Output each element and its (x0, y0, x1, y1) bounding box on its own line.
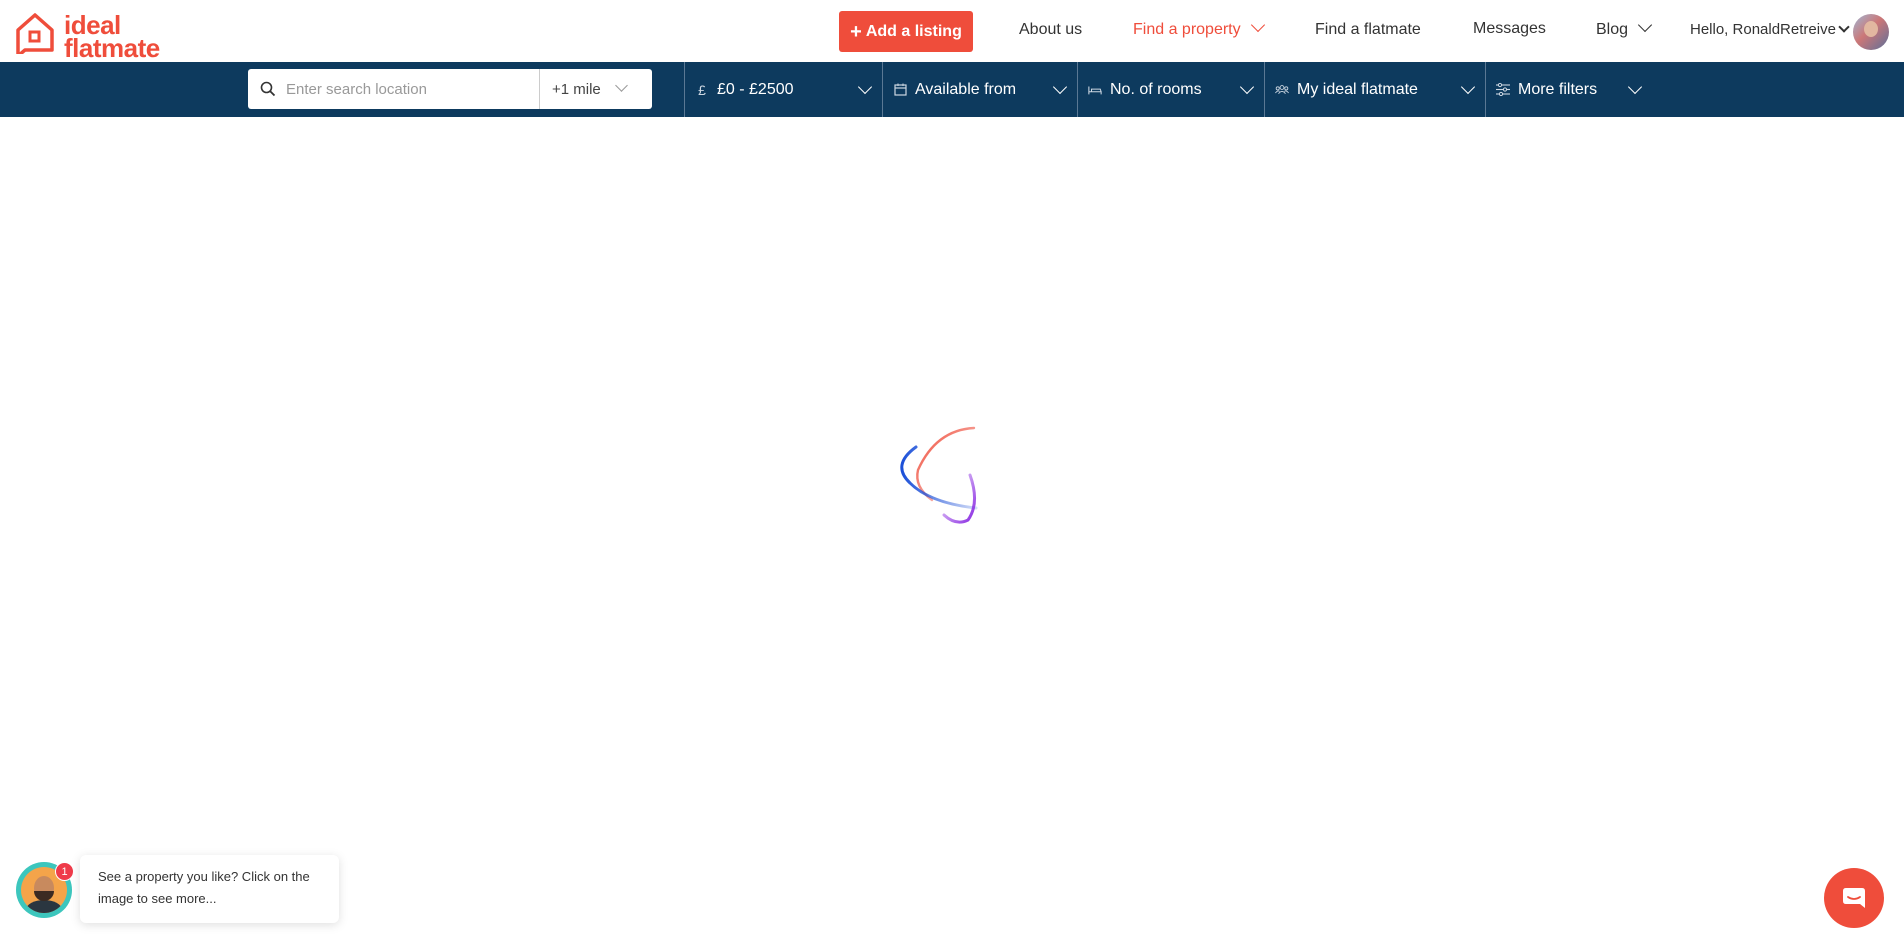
loading-spinner (896, 425, 986, 525)
nav-messages[interactable]: Messages (1473, 20, 1546, 38)
notification-badge: 1 (55, 862, 74, 881)
chevron-down-icon (1838, 21, 1850, 33)
ideal-flatmate-logo[interactable]: ideal flatmate (13, 8, 163, 61)
radius-value: +1 mile (552, 80, 601, 98)
chevron-down-icon (857, 79, 873, 95)
available-from-filter[interactable]: Available from (882, 62, 1077, 117)
available-from-label: Available from (915, 80, 1017, 98)
plus-icon: + (850, 20, 862, 43)
chevron-down-icon (1052, 79, 1068, 95)
bed-icon (1088, 83, 1102, 97)
chevron-down-icon (1239, 79, 1255, 95)
filter-bar: +1 mile £ £0 - £2500 Available from No. … (0, 62, 1904, 117)
nav-find-property-label: Find a property (1133, 21, 1241, 38)
chat-message-text: See a property you like? Click on the im… (98, 869, 310, 906)
chevron-down-icon (1627, 79, 1643, 95)
search-box (248, 69, 539, 109)
nav-find-property[interactable]: Find a property (1133, 17, 1265, 39)
add-listing-button[interactable]: + Add a listing (839, 11, 973, 52)
house-logo-icon (16, 13, 54, 54)
price-filter-label: £0 - £2500 (717, 80, 794, 98)
radius-select[interactable]: +1 mile (539, 69, 652, 109)
chevron-down-icon (1637, 17, 1653, 33)
search-icon (260, 81, 276, 97)
rooms-filter-label: No. of rooms (1110, 80, 1202, 98)
calendar-icon (893, 83, 907, 97)
chevron-down-icon (1460, 79, 1476, 95)
add-listing-label: Add a listing (865, 22, 962, 40)
logo-word-flatmate: flatmate (64, 33, 160, 63)
ideal-flatmate-filter[interactable]: My ideal flatmate (1264, 62, 1485, 117)
sliders-icon (1496, 83, 1510, 97)
nav-blog-label: Blog (1596, 21, 1629, 38)
ideal-flatmate-label: My ideal flatmate (1297, 80, 1418, 98)
nav-find-flatmate-label: Find a flatmate (1315, 21, 1421, 38)
user-menu[interactable]: Hello, RonaldRetreive (1690, 21, 1850, 38)
logo-wordmark: ideal flatmate (64, 12, 160, 63)
pound-icon: £ (698, 81, 706, 98)
nav-find-flatmate[interactable]: Find a flatmate (1315, 21, 1421, 39)
more-filters-label: More filters (1518, 80, 1598, 98)
nav-about-us-label: About us (1019, 21, 1083, 38)
messenger-launcher-button[interactable] (1824, 868, 1884, 928)
chat-message-bubble[interactable]: See a property you like? Click on the im… (80, 855, 339, 923)
chevron-down-icon (1250, 17, 1265, 33)
chevron-down-icon (614, 78, 628, 92)
nav-about-us[interactable]: About us (1019, 21, 1082, 39)
more-filters[interactable]: More filters (1485, 62, 1652, 117)
search-location-input[interactable] (284, 79, 528, 99)
user-greeting: Hello, RonaldRetreive (1690, 21, 1836, 38)
people-icon (1275, 83, 1289, 97)
rooms-filter[interactable]: No. of rooms (1077, 62, 1264, 117)
chat-icon (1843, 888, 1865, 908)
nav-messages-label: Messages (1473, 20, 1546, 37)
price-filter[interactable]: £ £0 - £2500 (684, 62, 882, 117)
avatar[interactable] (1853, 14, 1889, 50)
nav-blog[interactable]: Blog (1596, 17, 1653, 39)
top-header: ideal flatmate + Add a listing About us … (0, 0, 1904, 62)
